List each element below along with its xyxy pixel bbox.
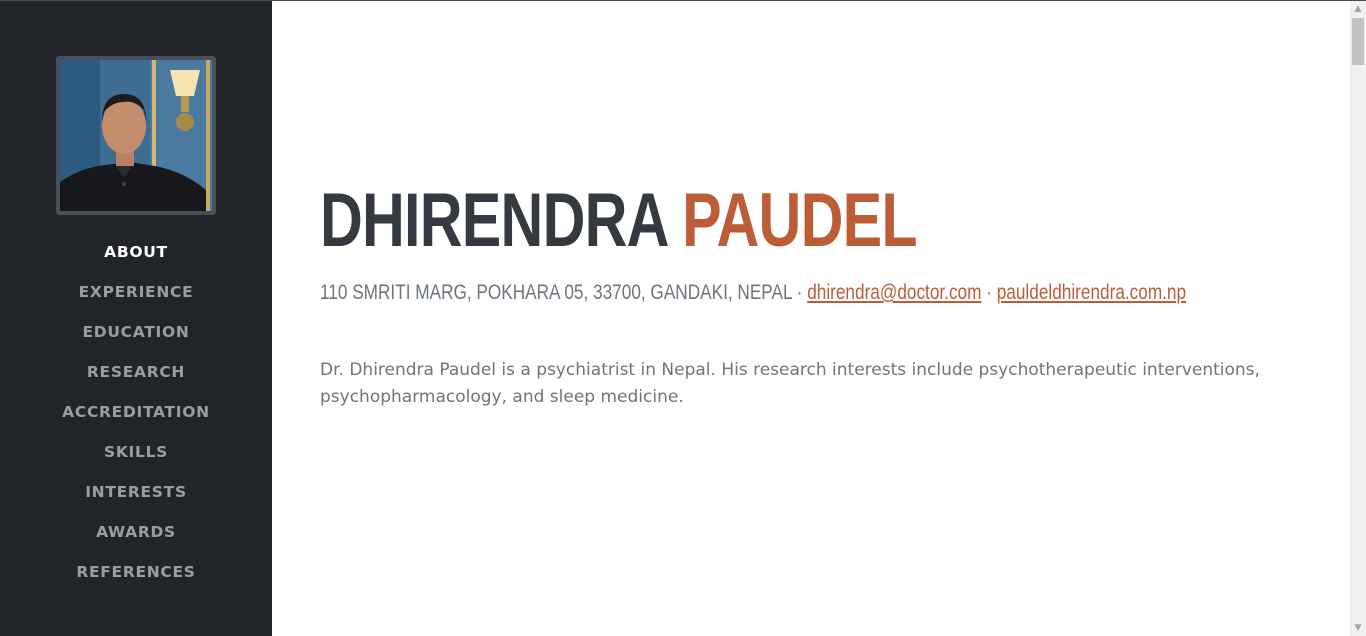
scroll-thumb[interactable] xyxy=(1352,18,1364,65)
portrait-image xyxy=(60,60,212,211)
scroll-down-arrow-icon[interactable]: ▼ xyxy=(1350,620,1366,636)
page-title: DHIRENDRA PAUDEL xyxy=(320,173,918,269)
section-nav: ABOUT EXPERIENCE EDUCATION RESEARCH ACCR… xyxy=(0,237,272,597)
first-name: DHIRENDRA xyxy=(320,178,667,263)
nav-item-education[interactable]: EDUCATION xyxy=(0,317,272,357)
email-link[interactable]: dhirendra@doctor.com xyxy=(807,280,981,304)
nav-item-skills[interactable]: SKILLS xyxy=(0,437,272,477)
nav-item-references[interactable]: REFERENCES xyxy=(0,557,272,597)
nav-item-research[interactable]: RESEARCH xyxy=(0,357,272,397)
nav-item-accreditation[interactable]: ACCREDITATION xyxy=(0,397,272,437)
address-text: 110 SMRITI MARG, POKHARA 05, 33700, GAND… xyxy=(320,280,792,304)
about-section: DHIRENDRA PAUDEL 110 SMRITI MARG, POKHAR… xyxy=(272,1,1350,636)
website-link[interactable]: pauldeldhirendra.com.np xyxy=(997,280,1186,304)
separator: · xyxy=(981,280,997,304)
nav-item-about[interactable]: ABOUT xyxy=(0,237,272,277)
nav-item-experience[interactable]: EXPERIENCE xyxy=(0,277,272,317)
last-name: PAUDEL xyxy=(682,178,917,263)
bio-text: Dr. Dhirendra Paudel is a psychiatrist i… xyxy=(320,360,1260,407)
profile-photo xyxy=(56,56,216,215)
nav-item-interests[interactable]: INTERESTS xyxy=(0,477,272,517)
sidebar: ABOUT EXPERIENCE EDUCATION RESEARCH ACCR… xyxy=(0,1,272,636)
contact-line: 110 SMRITI MARG, POKHARA 05, 33700, GAND… xyxy=(320,277,1186,307)
page-scrollbar[interactable]: ▲ ▼ xyxy=(1350,1,1366,636)
nav-item-awards[interactable]: AWARDS xyxy=(0,517,272,557)
separator: · xyxy=(791,280,808,304)
scroll-up-arrow-icon[interactable]: ▲ xyxy=(1350,1,1366,17)
